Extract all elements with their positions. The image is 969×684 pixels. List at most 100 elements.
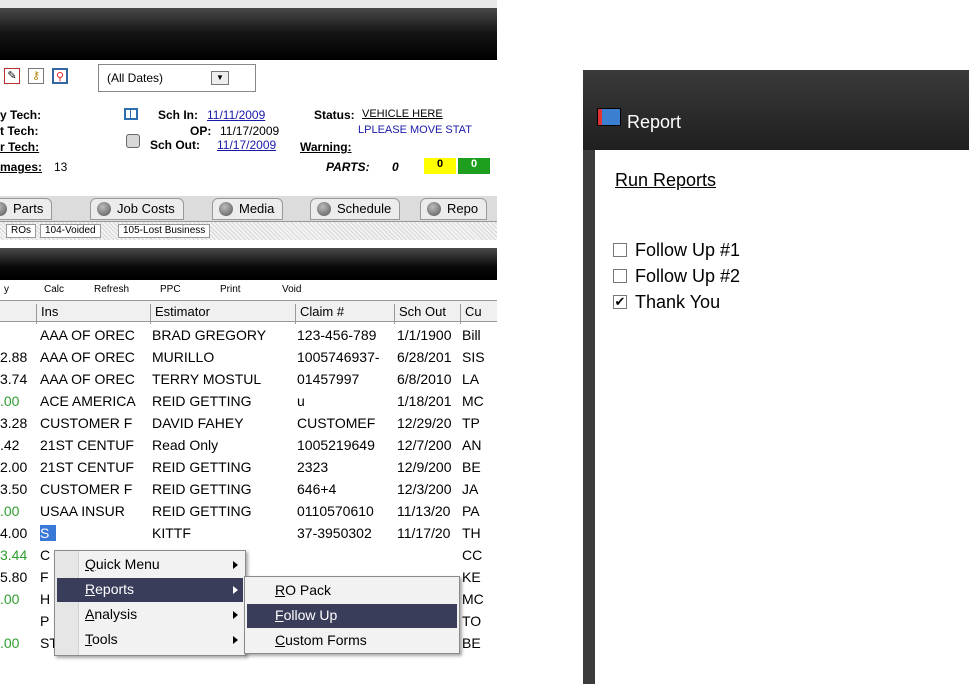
col-estimator[interactable]: Estimator xyxy=(150,304,210,324)
table-row[interactable]: 4.00 S KITTF 37-3950302 11/17/20 TH xyxy=(0,522,497,544)
cell-est: REID GETTING xyxy=(152,393,252,409)
action-partial[interactable]: y xyxy=(4,284,9,295)
checkbox-label[interactable]: Thank You xyxy=(635,292,720,313)
cell-cu: PA xyxy=(462,503,480,519)
checkbox-label[interactable]: Follow Up #2 xyxy=(635,266,740,287)
cell-cu: TO xyxy=(462,613,482,629)
tab-job-costs[interactable]: Job Costs xyxy=(90,198,184,220)
tab-media[interactable]: Media xyxy=(212,198,284,220)
menu-item-tools[interactable]: Tools xyxy=(57,628,243,652)
menu-item-quick-menu[interactable]: Quick Menu xyxy=(57,553,243,577)
context-menu: Quick Menu Reports Analysis Tools xyxy=(54,550,246,656)
tab-job-costs-label: Job Costs xyxy=(117,201,175,216)
search-person-icon[interactable]: ⚲ xyxy=(52,68,68,84)
table-row[interactable]: 2.88 AAA OF OREC MURILLO 1005746937- 6/28/20… xyxy=(0,346,497,368)
table-row[interactable]: 3.50 CUSTOMER F REID GETTING 646+4 12/3/200 J… xyxy=(0,478,497,500)
cell-amt: 3.74 xyxy=(0,371,28,387)
table-row[interactable]: .00 USAA INSUR REID GETTING 0110570610 11/13… xyxy=(0,500,497,522)
tab-reports[interactable]: Repo xyxy=(420,198,488,220)
run-reports-heading[interactable]: Run Reports xyxy=(615,170,716,191)
action-print[interactable]: Print xyxy=(220,284,241,295)
cell-cu: TP xyxy=(462,415,480,431)
action-calc[interactable]: Calc xyxy=(44,284,64,295)
table-row[interactable]: .00 ACE AMERICA REID GETTING u 1/18/201 MC xyxy=(0,390,497,412)
checkbox-follow-up-2[interactable] xyxy=(613,269,627,283)
action-ppc[interactable]: PPC xyxy=(160,284,181,295)
chevron-right-icon xyxy=(233,561,238,569)
col-claim[interactable]: Claim # xyxy=(295,304,344,324)
cell-amt: 2.88 xyxy=(0,349,28,365)
calendar-icon[interactable] xyxy=(126,134,140,148)
table-row[interactable]: 3.74 AAA OF OREC TERRY MOSTUL 01457997 6/8/2… xyxy=(0,368,497,390)
cell-ins: CUSTOMER F xyxy=(40,415,133,431)
submenu-item-ro-pack[interactable]: RO Pack xyxy=(247,579,457,603)
menu-item-analysis[interactable]: Analysis xyxy=(57,603,243,627)
action-refresh[interactable]: Refresh xyxy=(94,284,129,295)
tab-dot-icon xyxy=(427,202,441,216)
subtab-ros[interactable]: ROs xyxy=(6,224,36,238)
cell-out: 12/3/200 xyxy=(397,481,452,497)
menu-accelerator: Q xyxy=(85,556,96,572)
tool-icon-1[interactable]: ✎ xyxy=(4,68,20,84)
menu-accelerator: C xyxy=(275,632,286,648)
cell-ins: AAA OF OREC xyxy=(40,371,135,387)
table-row[interactable]: AAA OF OREC BRAD GREGORY 123-456-789 1/1/19… xyxy=(0,324,497,346)
col-ins[interactable]: Ins xyxy=(36,304,58,324)
chevron-down-icon[interactable]: ▼ xyxy=(211,71,229,85)
tab-strip: Parts Job Costs Media Schedule Repo xyxy=(0,196,497,222)
checkbox-thank-you[interactable]: ✔ xyxy=(613,295,627,309)
sch-out-link[interactable]: 11/17/2009 xyxy=(217,138,276,152)
tech-label-1: y Tech: xyxy=(0,108,42,122)
action-void[interactable]: Void xyxy=(282,284,301,295)
tab-dot-icon xyxy=(317,202,331,216)
table-row[interactable]: .42 21ST CENTUF Read Only 1005219649 12/7/20… xyxy=(0,434,497,456)
key-icon[interactable]: ⚷ xyxy=(28,68,44,84)
schedule-grid-icon[interactable] xyxy=(124,108,138,120)
menu-accelerator: R xyxy=(275,582,286,598)
status-label: Status: xyxy=(314,108,355,122)
checkbox-label[interactable]: Follow Up #1 xyxy=(635,240,740,261)
cell-est: MURILLO xyxy=(152,349,215,365)
window-app-icon xyxy=(597,108,621,126)
col-sch-out[interactable]: Sch Out xyxy=(394,304,446,324)
menu-item-reports[interactable]: Reports xyxy=(57,578,243,602)
submenu-item-custom-forms[interactable]: Custom Forms xyxy=(247,629,457,653)
col-cu[interactable]: Cu xyxy=(460,304,482,324)
table-row[interactable]: 2.00 21ST CENTUF REID GETTING 2323 12/9/200 B… xyxy=(0,456,497,478)
cell-out: 11/13/20 xyxy=(397,503,451,519)
op-date: 11/17/2009 xyxy=(220,124,280,138)
menu-item-label: uick Menu xyxy=(95,556,160,572)
sch-in-label: Sch In: xyxy=(158,108,199,122)
cell-amt: 3.44 xyxy=(0,547,28,563)
subtab-lost-business[interactable]: 105-Lost Business xyxy=(118,224,211,238)
cell-ins: USAA INSUR xyxy=(40,503,125,519)
date-filter-select[interactable]: (All Dates) ▼ xyxy=(98,64,256,92)
warning-label[interactable]: Warning: xyxy=(300,140,352,154)
cell-out: 12/7/200 xyxy=(397,437,452,453)
cell-est: REID GETTING xyxy=(152,481,252,497)
checkbox-follow-up-1[interactable] xyxy=(613,243,627,257)
cell-amt: .00 xyxy=(0,591,20,607)
cell-out: 11/17/20 xyxy=(397,525,451,541)
cell-ins: ACE AMERICA xyxy=(40,393,136,409)
cell-out: 1/1/1900 xyxy=(397,327,452,343)
sch-in-link[interactable]: 11/11/2009 xyxy=(207,108,265,122)
table-row[interactable]: 3.28 CUSTOMER F DAVID FAHEY CUSTOMEF 12/29/2… xyxy=(0,412,497,434)
app-window: ✎ ⚷ ⚲ (All Dates) ▼ y Tech: t Tech: r Te… xyxy=(0,0,497,684)
menu-item-label: O Pack xyxy=(285,582,332,598)
tab-schedule[interactable]: Schedule xyxy=(310,198,401,220)
status-note-text: PLEASE MOVE STAT xyxy=(364,124,472,136)
cell-amt: 3.28 xyxy=(0,415,28,431)
submenu-item-follow-up[interactable]: Follow Up xyxy=(247,604,457,628)
tab-media-label: Media xyxy=(239,201,275,216)
cell-cu: JA xyxy=(462,481,479,497)
menu-accelerator: A xyxy=(85,606,95,622)
cell-claim: 1005746937- xyxy=(297,349,380,365)
subtab-voided[interactable]: 104-Voided xyxy=(40,224,101,238)
images-label[interactable]: mages: xyxy=(0,160,42,174)
tab-parts[interactable]: Parts xyxy=(0,198,53,220)
cell-claim: 01457997 xyxy=(297,371,360,387)
status-value[interactable]: VEHICLE HERE xyxy=(362,108,443,120)
tech-label-3[interactable]: r Tech: xyxy=(0,140,39,154)
cell-cu: KE xyxy=(462,569,481,585)
